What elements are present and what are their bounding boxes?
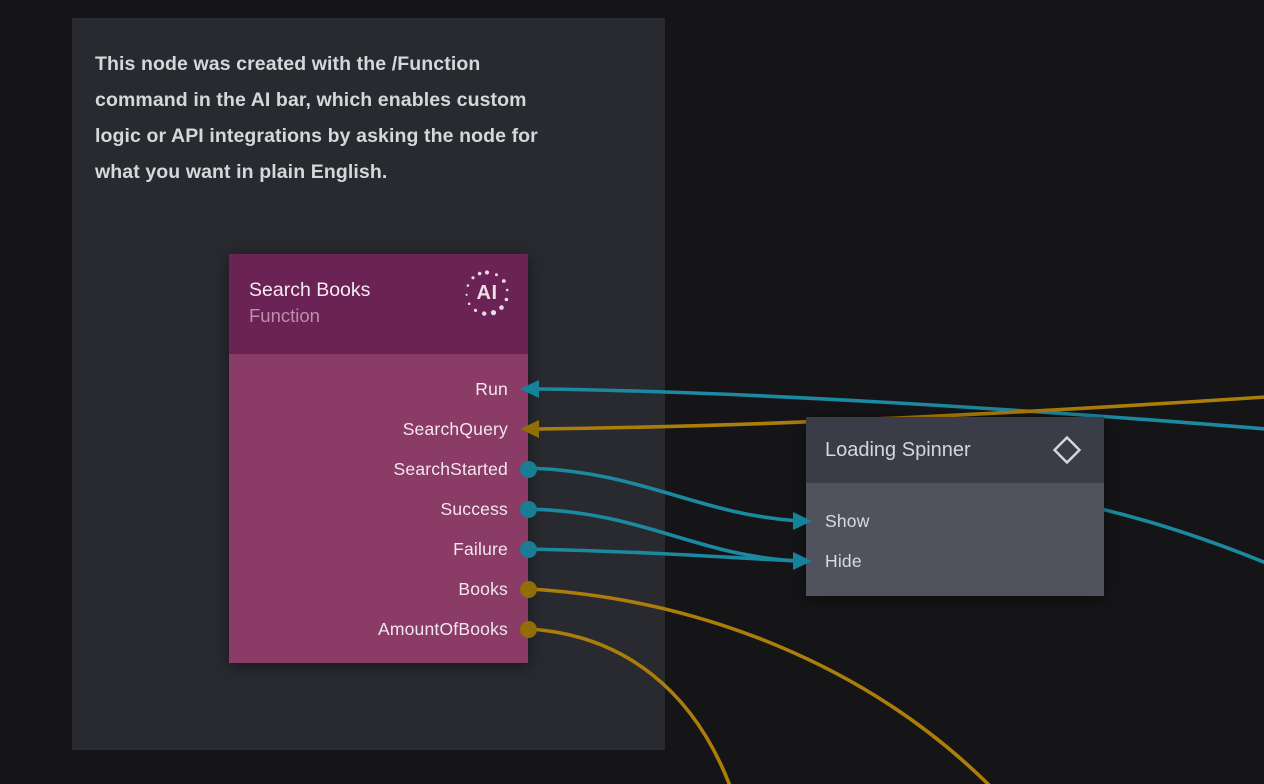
node-loading-spinner-body[interactable]: Show Hide xyxy=(806,483,1104,596)
port-marker-dot-icon[interactable] xyxy=(520,621,537,638)
node-loading-spinner[interactable]: Loading Spinner Show Hide xyxy=(806,417,1104,596)
port-label: SearchStarted xyxy=(394,459,508,480)
port-label: SearchQuery xyxy=(403,419,508,440)
connection-wires-layer xyxy=(0,0,1264,784)
port-success[interactable]: Success xyxy=(229,489,528,529)
port-label: Success xyxy=(440,499,508,520)
node-title: Loading Spinner xyxy=(825,439,971,462)
port-label: Show xyxy=(825,511,870,532)
port-marker-dot-icon[interactable] xyxy=(520,541,537,558)
wire-books-output[interactable] xyxy=(529,589,990,784)
port-run[interactable]: Run xyxy=(229,369,528,409)
port-label: Run xyxy=(475,379,508,400)
node-search-books[interactable]: Search Books Function xyxy=(229,254,528,663)
wire-amountofbooks-output[interactable] xyxy=(529,629,730,784)
port-marker-dot-icon[interactable] xyxy=(520,461,537,478)
port-searchstarted[interactable]: SearchStarted xyxy=(229,449,528,489)
port-marker-arrow-icon[interactable] xyxy=(793,512,812,530)
port-failure[interactable]: Failure xyxy=(229,529,528,569)
node-search-books-header[interactable]: Search Books Function xyxy=(229,254,528,354)
port-label: Hide xyxy=(825,551,862,572)
diamond-icon xyxy=(1052,435,1082,465)
port-label: Books xyxy=(458,579,508,600)
port-books[interactable]: Books xyxy=(229,569,528,609)
node-search-books-body[interactable]: Run SearchQuery SearchStarted Success Fa… xyxy=(229,354,528,663)
port-marker-arrow-icon[interactable] xyxy=(520,420,539,438)
port-label: Failure xyxy=(453,539,508,560)
port-marker-arrow-icon[interactable] xyxy=(520,380,539,398)
port-amountofbooks[interactable]: AmountOfBooks xyxy=(229,609,528,649)
node-loading-spinner-header[interactable]: Loading Spinner xyxy=(806,417,1104,483)
port-marker-dot-icon[interactable] xyxy=(520,501,537,518)
wire-failure-to-hide[interactable] xyxy=(529,549,799,561)
port-show[interactable]: Show xyxy=(806,501,1104,541)
port-marker-arrow-icon[interactable] xyxy=(793,552,812,570)
port-searchquery[interactable]: SearchQuery xyxy=(229,409,528,449)
ai-badge-icon: AI xyxy=(462,268,512,318)
port-hide[interactable]: Hide xyxy=(806,541,1104,581)
port-marker-dot-icon[interactable] xyxy=(520,581,537,598)
node-editor-canvas[interactable]: This node was created with the /Function… xyxy=(0,0,1264,784)
ai-badge-label: AI xyxy=(462,268,512,318)
port-label: AmountOfBooks xyxy=(378,619,508,640)
